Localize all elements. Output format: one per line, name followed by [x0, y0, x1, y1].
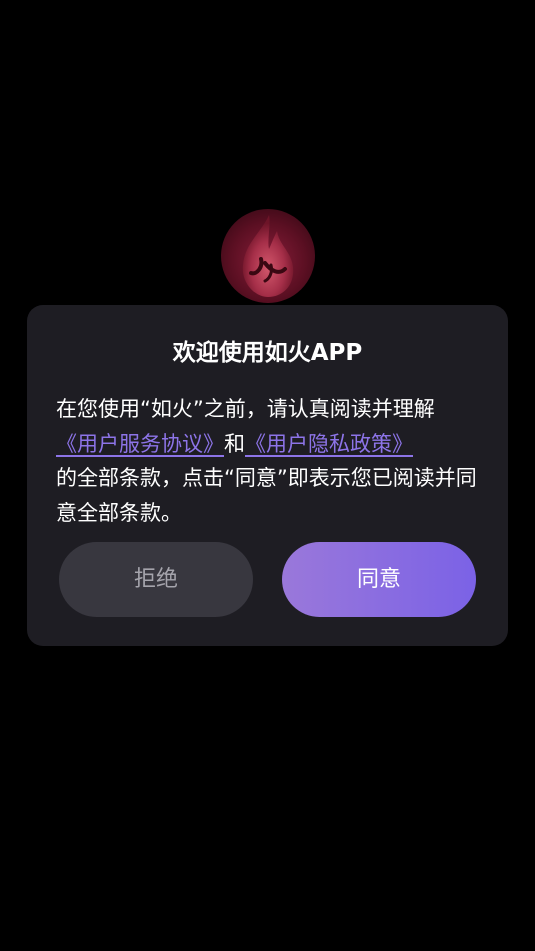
- body-text-and: 和: [224, 431, 245, 456]
- privacy-policy-link[interactable]: 《用户隐私政策》: [245, 432, 413, 456]
- service-agreement-link[interactable]: 《用户服务协议》: [56, 432, 224, 456]
- flame-logo-icon: [242, 215, 294, 297]
- privacy-dialog: 欢迎使用如火APP 在您使用“如火”之前，请认真阅读并理解 《用户服务协议》和《用…: [27, 305, 508, 646]
- reject-button[interactable]: 拒绝: [59, 542, 253, 617]
- dialog-title: 欢迎使用如火APP: [172, 340, 363, 366]
- agree-button[interactable]: 同意: [282, 542, 476, 617]
- body-text-outro: 的全部条款，点击“同意”即表示您已阅读并同意全部条款。: [56, 466, 477, 525]
- dialog-body: 在您使用“如火”之前，请认真阅读并理解 《用户服务协议》和《用户隐私政策》的全部条…: [56, 392, 486, 530]
- app-logo: [221, 209, 315, 303]
- body-text-intro: 在您使用“如火”之前，请认真阅读并理解: [56, 397, 435, 421]
